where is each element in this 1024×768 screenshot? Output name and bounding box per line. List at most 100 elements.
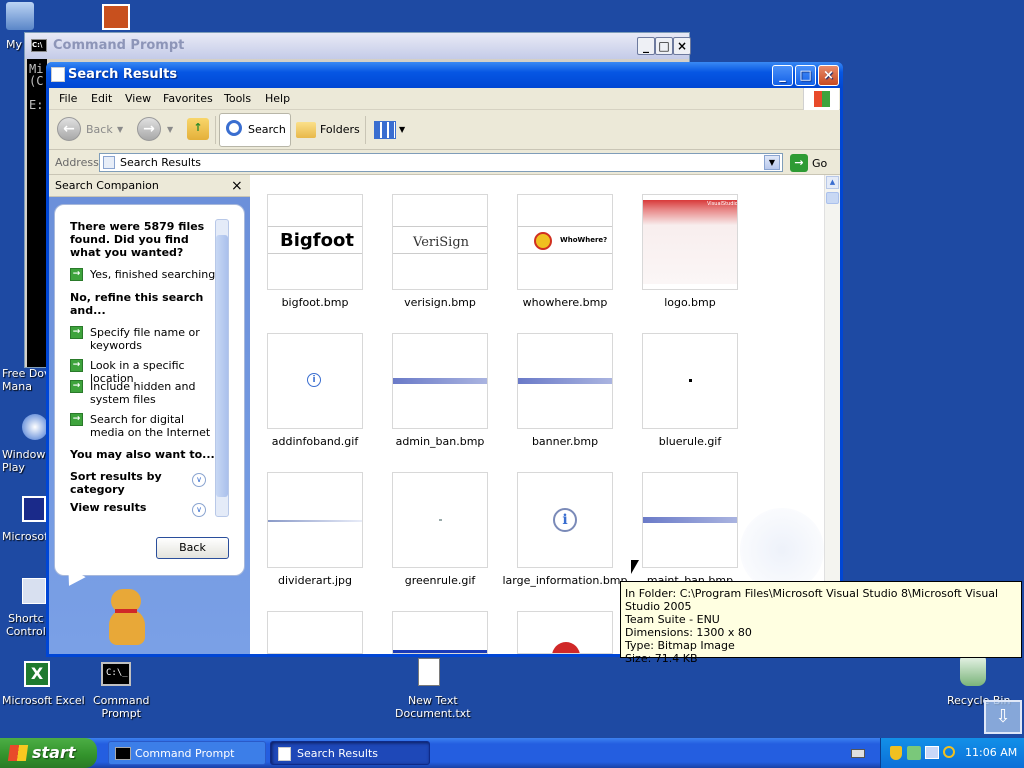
file-thumbnail[interactable]: Bigfoot — [267, 194, 363, 290]
scroll-up-arrow-icon[interactable]: ▲ — [826, 176, 839, 189]
keyboard-icon[interactable] — [851, 749, 865, 758]
menu-tools[interactable]: Tools — [224, 92, 251, 105]
finished-searching-link[interactable]: → Yes, finished searching — [70, 268, 218, 281]
file-thumbnail[interactable] — [392, 333, 488, 429]
media-player-icon[interactable] — [22, 414, 48, 440]
folders-button[interactable]: Folders — [320, 114, 360, 146]
search-results-window[interactable]: Search Results _ □ × File Edit View Favo… — [46, 62, 843, 657]
file-thumbnail[interactable]: WhoWhere? — [517, 194, 613, 290]
file-name[interactable]: greenrule.gif — [375, 574, 505, 587]
excel-icon[interactable]: X — [24, 661, 50, 687]
up-folder-icon[interactable]: ↑ — [187, 118, 209, 140]
scroll-down-overlay-icon[interactable]: ⇩ — [984, 700, 1022, 734]
bubble-scroll-thumb[interactable] — [216, 235, 228, 497]
file-thumbnail[interactable]: i — [517, 472, 613, 568]
back-dropdown-icon[interactable]: ▼ — [117, 114, 123, 146]
visual-studio-icon[interactable] — [22, 496, 46, 522]
file-thumbnail[interactable] — [517, 333, 613, 429]
go-button[interactable]: Go — [812, 157, 827, 170]
menu-edit[interactable]: Edit — [91, 92, 112, 105]
file-thumbnail[interactable]: VeriSign — [392, 194, 488, 290]
mouse-cursor-icon — [631, 560, 639, 574]
verisign-logo-text: VeriSign — [413, 235, 470, 250]
file-name[interactable]: logo.bmp — [625, 296, 755, 309]
file-name[interactable]: large_information.bmp — [500, 574, 630, 587]
start-button[interactable]: start — [0, 738, 97, 768]
sort-results-link[interactable]: Sort results by category — [70, 470, 180, 496]
task-label: Search Results — [297, 747, 379, 760]
desktop-icon-label: Free Dov Mana — [2, 367, 51, 393]
close-button[interactable]: × — [818, 65, 839, 86]
maximize-button[interactable]: □ — [655, 37, 673, 55]
file-name[interactable]: bigfoot.bmp — [250, 296, 380, 309]
text-document-icon[interactable] — [418, 658, 440, 686]
maximize-button[interactable]: □ — [795, 65, 816, 86]
expand-chevron-icon[interactable]: ∨ — [192, 473, 206, 487]
views-icon[interactable] — [374, 121, 396, 139]
file-name[interactable]: admin_ban.bmp — [375, 435, 505, 448]
go-arrow-icon[interactable]: → — [790, 154, 808, 172]
file-name[interactable]: verisign.bmp — [375, 296, 505, 309]
file-thumbnail[interactable] — [642, 333, 738, 429]
search-companion-pane: Search Companion × There were 5879 files… — [49, 175, 250, 654]
file-thumbnail[interactable] — [392, 611, 488, 654]
system-tray: 11:06 AM — [880, 738, 1024, 768]
file-thumbnail[interactable] — [642, 472, 738, 568]
file-name[interactable]: whowhere.bmp — [500, 296, 630, 309]
desktop-icon-label: Microsoft Excel — [2, 694, 85, 707]
desktop-icon-my-computer[interactable] — [0, 2, 40, 34]
display-icon[interactable] — [925, 746, 939, 759]
large-info-icon: i — [553, 508, 577, 532]
companion-back-button[interactable]: Back — [156, 537, 229, 559]
folders-icon[interactable] — [296, 122, 316, 138]
file-name[interactable]: dividerart.jpg — [250, 574, 380, 587]
file-name[interactable]: bluerule.gif — [625, 435, 755, 448]
menu-favorites[interactable]: Favorites — [163, 92, 213, 105]
address-input[interactable]: Search Results ▼ — [99, 153, 783, 172]
control-panel-shortcut-icon[interactable] — [22, 578, 46, 604]
file-thumbnail[interactable] — [392, 472, 488, 568]
forward-dropdown-icon[interactable]: ▼ — [167, 114, 173, 146]
search-digital-media-link[interactable]: → Search for digital media on the Interne… — [70, 413, 218, 439]
back-arrow-icon[interactable]: ← — [57, 117, 81, 141]
console-output[interactable]: Mi (C E: — [27, 59, 47, 367]
scroll-thumb[interactable] — [826, 192, 839, 204]
command-prompt-titlebar[interactable]: C:\ Command Prompt _ □ × — [25, 33, 691, 59]
file-thumbnail[interactable] — [267, 472, 363, 568]
taskbar-command-prompt[interactable]: Command Prompt — [108, 741, 266, 765]
forward-arrow-icon[interactable]: → — [137, 117, 161, 141]
arrow-icon: → — [70, 268, 83, 281]
file-thumbnail[interactable] — [517, 611, 613, 654]
menu-view[interactable]: View — [125, 92, 151, 105]
expand-chevron-icon[interactable]: ∨ — [192, 503, 206, 517]
search-dog-icon[interactable] — [103, 589, 155, 649]
companion-speech-bubble: There were 5879 files found. Did you fin… — [54, 204, 245, 576]
search-results-titlebar[interactable]: Search Results _ □ × — [46, 62, 843, 88]
close-button[interactable]: × — [673, 37, 691, 55]
file-thumbnail[interactable]: i — [267, 333, 363, 429]
network-icon[interactable] — [907, 746, 921, 760]
minimize-button[interactable]: _ — [637, 37, 655, 55]
command-prompt-icon[interactable]: C:\_ — [101, 662, 131, 686]
taskbar-search-results[interactable]: Search Results — [270, 741, 430, 765]
security-shield-icon[interactable] — [890, 746, 902, 760]
views-dropdown-icon[interactable]: ▼ — [399, 114, 405, 146]
desktop-icon-presentation[interactable] — [102, 4, 130, 30]
menu-help[interactable]: Help — [265, 92, 290, 105]
back-button[interactable]: Back — [86, 114, 113, 146]
include-hidden-files-link[interactable]: → Include hidden and system files — [70, 380, 218, 406]
file-thumbnail[interactable] — [267, 611, 363, 654]
search-tray-icon[interactable] — [943, 746, 955, 758]
file-name[interactable]: addinfoband.gif — [250, 435, 380, 448]
search-button-label: Search — [248, 123, 286, 136]
address-dropdown-button[interactable]: ▼ — [764, 155, 780, 170]
menu-file[interactable]: File — [59, 92, 77, 105]
info-icon: i — [307, 373, 321, 387]
toolbar: ← Back ▼ → ▼ ↑ Search Folders ▼ — [49, 110, 840, 150]
tooltip-type: Type: Bitmap Image — [625, 639, 735, 652]
file-name[interactable]: banner.bmp — [500, 435, 630, 448]
specify-file-name-link[interactable]: → Specify file name or keywords — [70, 326, 218, 352]
close-pane-icon[interactable]: × — [231, 175, 243, 197]
minimize-button[interactable]: _ — [772, 65, 793, 86]
file-thumbnail[interactable]: VisualStudio — [642, 194, 738, 290]
